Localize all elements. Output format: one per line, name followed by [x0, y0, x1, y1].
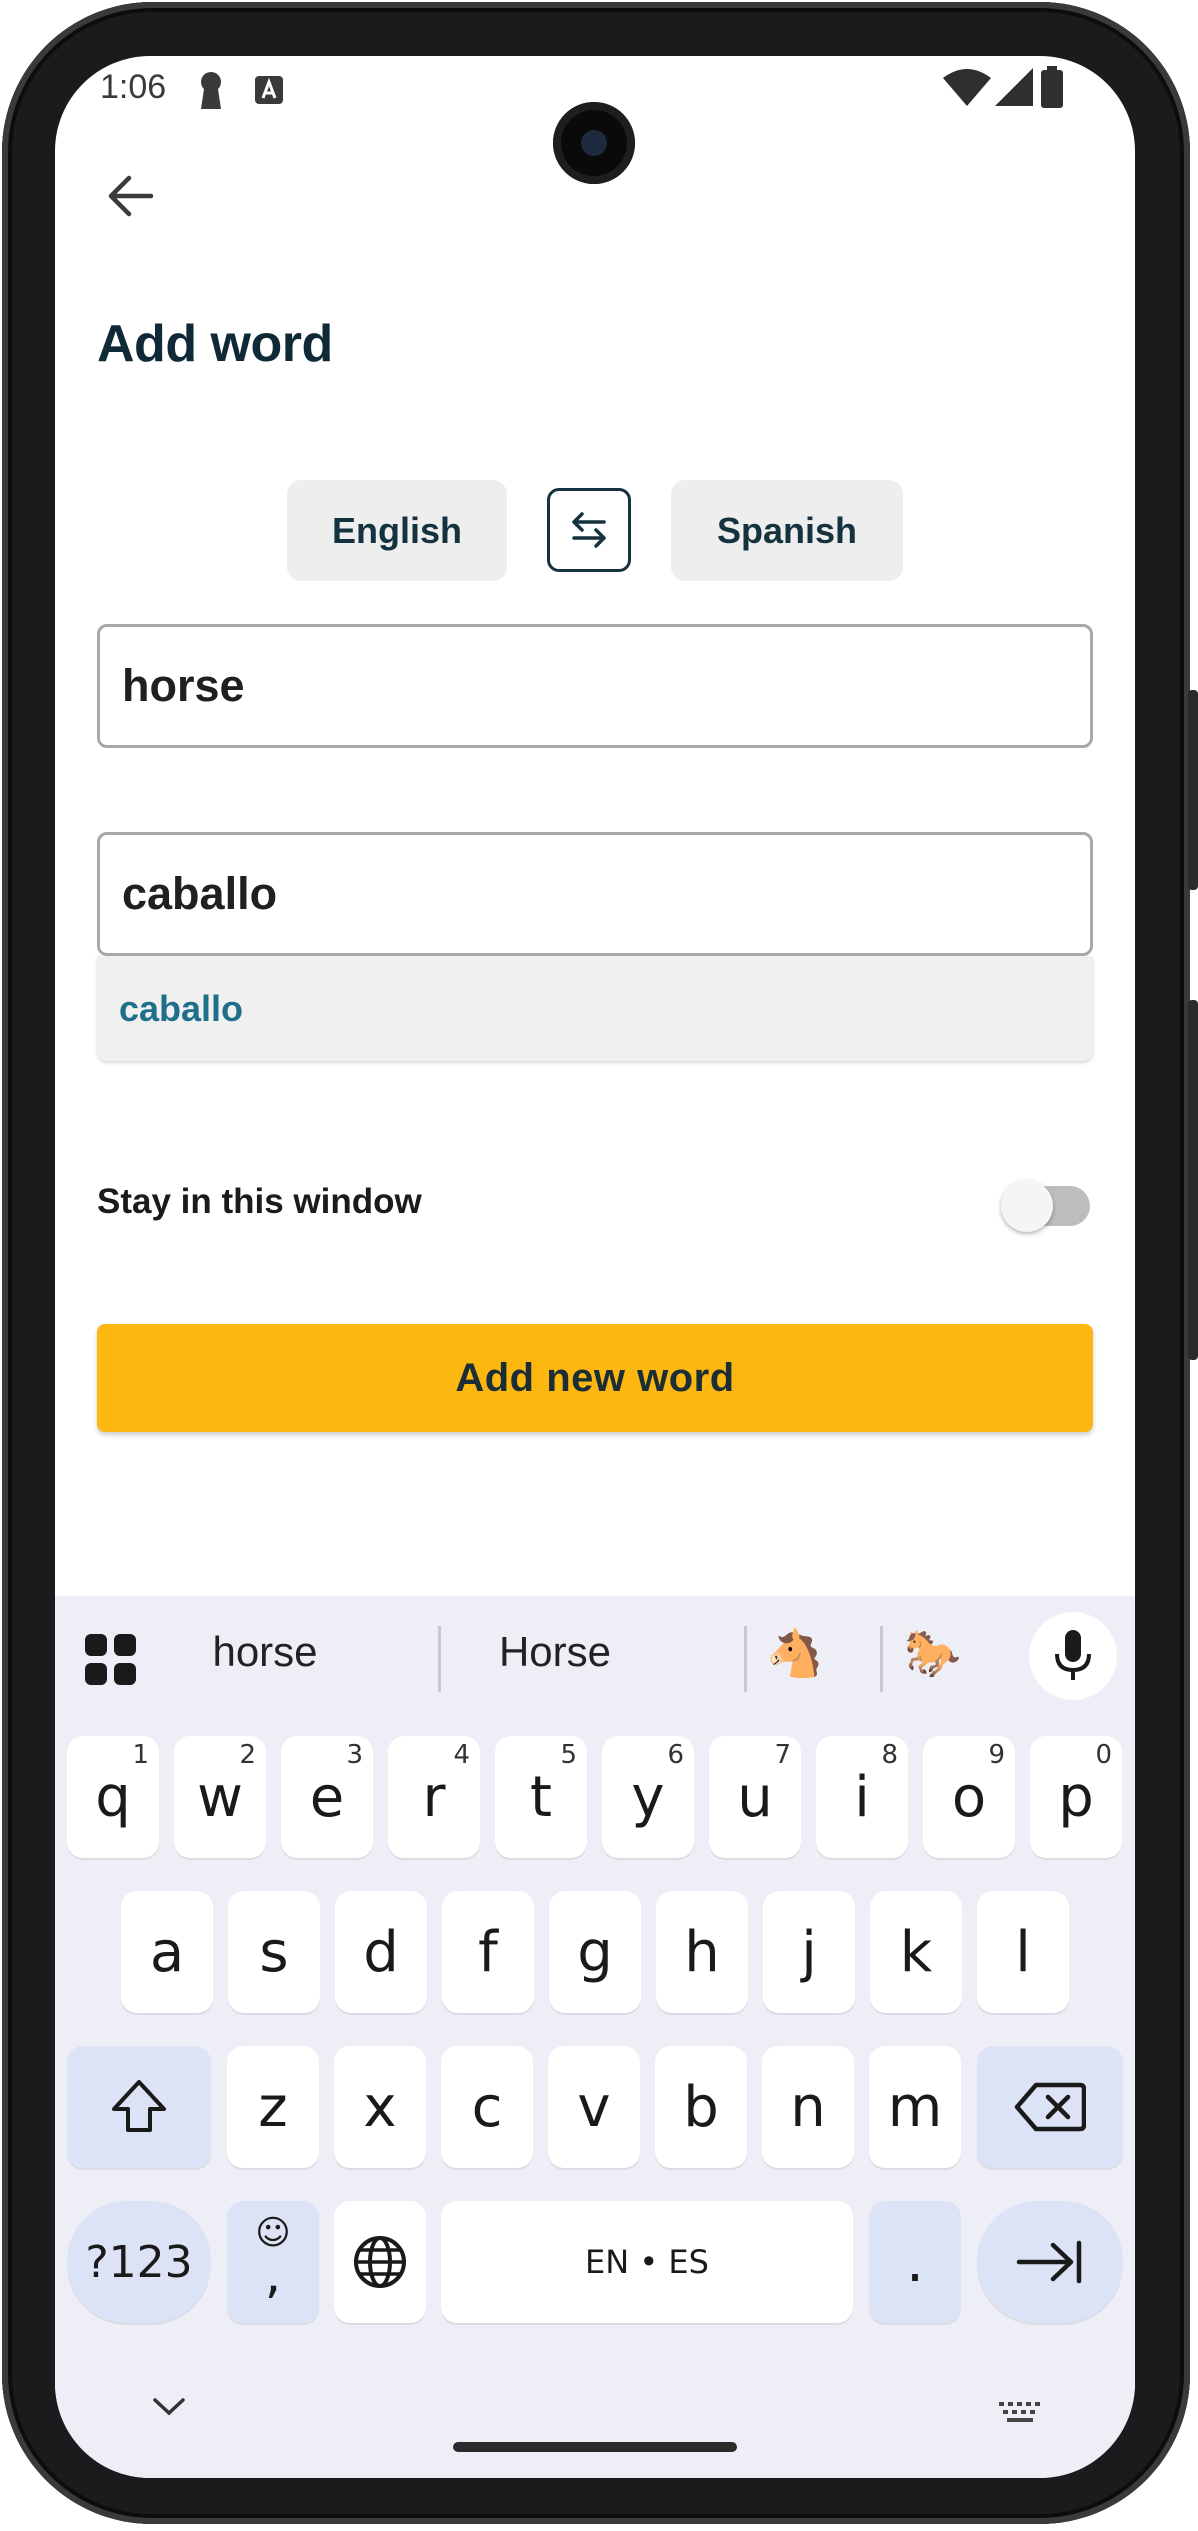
key-label: w [197, 1764, 243, 1830]
keyboard-suggestion[interactable]: Horse [465, 1628, 645, 1676]
key-label: e [309, 1764, 345, 1830]
globe-icon [354, 2236, 406, 2288]
signal-icon [995, 68, 1033, 113]
battery-icon [1041, 66, 1063, 113]
key-label: q [95, 1764, 131, 1830]
key-g[interactable]: g [549, 1891, 641, 2013]
toggle-thumb[interactable] [1001, 1180, 1053, 1232]
keyboard [55, 1596, 1135, 2478]
horse-face-emoji[interactable]: 🐴 [755, 1626, 835, 1681]
key-c[interactable]: c [441, 2046, 533, 2168]
back-arrow-icon[interactable] [101, 166, 161, 226]
key-hint: 2 [239, 1740, 256, 1770]
shift-key[interactable] [67, 2046, 211, 2168]
page-title: Add word [97, 315, 333, 373]
source-language-button[interactable]: English [287, 480, 507, 581]
key-label: p [1058, 1764, 1094, 1830]
suggestion-divider [438, 1626, 441, 1692]
tab-arrow-icon [1016, 2240, 1082, 2284]
symbols-key[interactable]: ?123 [67, 2201, 211, 2323]
key-y[interactable]: y6 [602, 1736, 694, 1858]
backspace-icon [1014, 2082, 1086, 2132]
backspace-key[interactable] [977, 2046, 1123, 2168]
key-hint: 5 [560, 1740, 577, 1770]
translation-suggestion[interactable]: caballo [97, 956, 1093, 1061]
front-camera [553, 102, 635, 184]
key-hint: 4 [453, 1740, 470, 1770]
microphone-button[interactable] [1029, 1612, 1117, 1700]
key-label: r [422, 1764, 446, 1830]
key-hint: 3 [346, 1740, 363, 1770]
power-button [1188, 1000, 1198, 1360]
keyboard-suggestion[interactable]: horse [175, 1628, 355, 1676]
key-l[interactable]: l [977, 1891, 1069, 2013]
key-hint: 0 [1095, 1740, 1112, 1770]
key-o[interactable]: o9 [923, 1736, 1015, 1858]
language-switch-key[interactable] [334, 2201, 426, 2323]
key-w[interactable]: w2 [174, 1736, 266, 1858]
key-m[interactable]: m [869, 2046, 961, 2168]
screen: 1:06 Add word English Spanish horse caba… [55, 56, 1135, 2478]
translation-field[interactable]: caballo [97, 832, 1093, 956]
shift-icon [112, 2080, 166, 2132]
key-j[interactable]: j [763, 1891, 855, 2013]
key-z[interactable]: z [227, 2046, 319, 2168]
key-i[interactable]: i8 [816, 1736, 908, 1858]
emoji-comma-key[interactable]: ☺ , [227, 2201, 319, 2323]
key-u[interactable]: u7 [709, 1736, 801, 1858]
stay-in-window-label: Stay in this window [97, 1182, 422, 1221]
suggestion-divider [744, 1626, 747, 1692]
key-hint: 7 [774, 1740, 791, 1770]
target-language-button[interactable]: Spanish [671, 480, 903, 581]
key-v[interactable]: v [548, 2046, 640, 2168]
key-a[interactable]: a [121, 1891, 213, 2013]
key-label: y [631, 1764, 665, 1830]
microphone-icon [1055, 1630, 1091, 1680]
key-x[interactable]: x [334, 2046, 426, 2168]
key-label: o [951, 1764, 987, 1830]
swap-icon [572, 512, 606, 548]
source-word-field[interactable]: horse [97, 624, 1093, 748]
app-notification-icon [253, 74, 285, 111]
keyboard-switcher-icon[interactable] [999, 2402, 1043, 2431]
key-label: u [737, 1764, 773, 1830]
horse-emoji[interactable]: 🐎 [883, 1626, 983, 1681]
key-r[interactable]: r4 [388, 1736, 480, 1858]
wifi-icon [943, 68, 991, 113]
key-e[interactable]: e3 [281, 1736, 373, 1858]
key-k[interactable]: k [870, 1891, 962, 2013]
add-new-word-button[interactable]: Add new word [97, 1324, 1093, 1432]
period-key[interactable]: . [869, 2201, 961, 2323]
tab-next-key[interactable] [977, 2201, 1123, 2323]
keyboard-apps-icon[interactable] [85, 1634, 137, 1691]
status-time: 1:06 [100, 68, 167, 106]
key-n[interactable]: n [762, 2046, 854, 2168]
key-t[interactable]: t5 [495, 1736, 587, 1858]
key-hint: 8 [881, 1740, 898, 1770]
key-hint: 1 [132, 1740, 149, 1770]
key-f[interactable]: f [442, 1891, 534, 2013]
key-label: t [530, 1764, 552, 1830]
key-q[interactable]: q1 [67, 1736, 159, 1858]
volume-button [1188, 690, 1198, 890]
key-h[interactable]: h [656, 1891, 748, 2013]
space-key[interactable]: EN • ES [441, 2201, 853, 2323]
key-d[interactable]: d [335, 1891, 427, 2013]
key-b[interactable]: b [655, 2046, 747, 2168]
key-hint: 9 [988, 1740, 1005, 1770]
key-label: i [854, 1764, 870, 1830]
hide-keyboard-chevron-icon[interactable] [151, 2396, 187, 2423]
comma-label: , [264, 2245, 282, 2305]
key-hint: 6 [667, 1740, 684, 1770]
swap-languages-button[interactable] [547, 488, 631, 572]
key-p[interactable]: p0 [1030, 1736, 1122, 1858]
keyhole-icon [197, 71, 225, 114]
home-indicator[interactable] [453, 2442, 737, 2452]
key-s[interactable]: s [228, 1891, 320, 2013]
